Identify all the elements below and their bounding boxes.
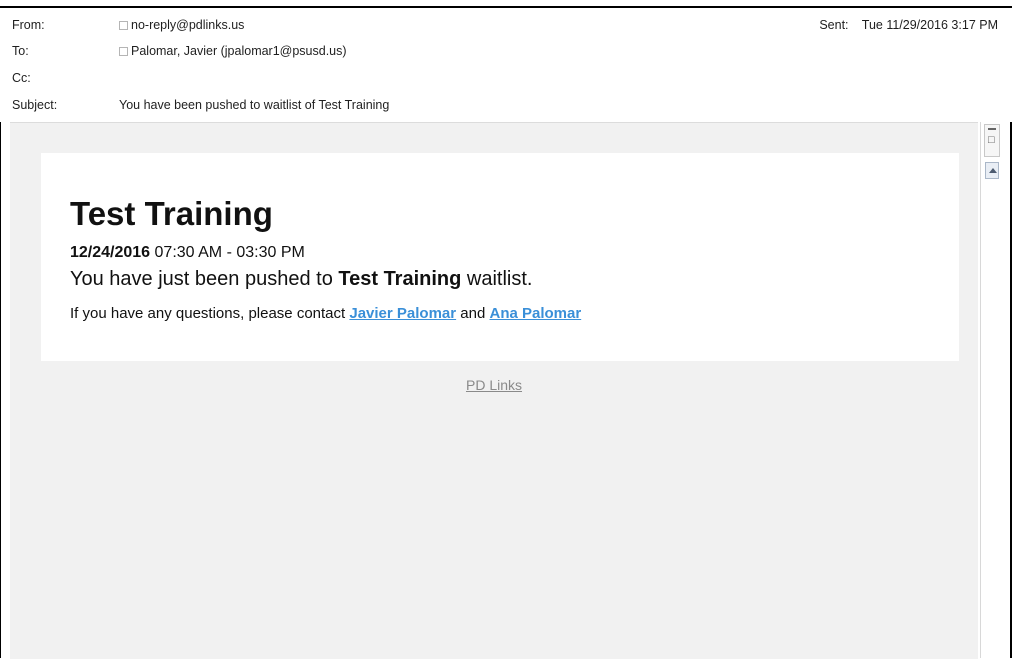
header-top-border <box>0 6 1012 8</box>
message-header: From: no-reply@pdlinks.us To: Palomar, J… <box>0 0 1012 122</box>
sender-checkbox-icon <box>119 20 128 30</box>
contact-joiner: and <box>460 305 486 322</box>
training-datetime: 12/24/2016 07:30 AM - 03:30 PM <box>70 244 305 262</box>
people-pane-toggle[interactable]: □ <box>984 124 1000 157</box>
from-field[interactable]: no-reply@pdlinks.us <box>119 18 244 32</box>
message-training-name: Test Training <box>338 268 462 290</box>
training-date: 12/24/2016 <box>70 244 151 261</box>
sent-info: Sent: Tue 11/29/2016 3:17 PM <box>819 18 998 32</box>
training-title: Test Training <box>70 195 273 232</box>
waitlist-message: You have just been pushed to Test Traini… <box>70 268 533 291</box>
note-icon: □ <box>988 134 995 146</box>
subject-label: Subject: <box>12 98 58 112</box>
cc-label: Cc: <box>12 71 31 85</box>
scroll-up-arrow-icon[interactable] <box>985 162 999 179</box>
message-suffix: waitlist. <box>466 268 533 290</box>
recipient-checkbox-icon <box>119 46 128 56</box>
sent-value: Tue 11/29/2016 3:17 PM <box>861 18 998 32</box>
message-body: Test Training 12/24/2016 07:30 AM - 03:3… <box>10 122 978 659</box>
from-label: From: <box>12 18 45 32</box>
to-label: To: <box>12 44 29 58</box>
training-time: 07:30 AM - 03:30 PM <box>154 244 305 261</box>
contact-line: If you have any questions, please contac… <box>70 305 581 322</box>
contact-link-ana[interactable]: Ana Palomar <box>489 305 581 322</box>
pd-links-link[interactable]: PD Links <box>10 377 978 393</box>
contact-link-javier[interactable]: Javier Palomar <box>349 305 456 322</box>
vertical-scrollbar[interactable]: □ <box>980 122 1005 658</box>
to-value[interactable]: Palomar, Javier (jpalomar1@psusd.us) <box>131 44 347 58</box>
email-card: Test Training 12/24/2016 07:30 AM - 03:3… <box>41 153 959 361</box>
message-prefix: You have just been pushed to <box>70 268 333 290</box>
minimize-icon <box>988 128 996 130</box>
to-field[interactable]: Palomar, Javier (jpalomar1@psusd.us) <box>119 44 347 58</box>
from-value[interactable]: no-reply@pdlinks.us <box>131 18 244 32</box>
sent-label: Sent: <box>819 18 849 32</box>
subject-value: You have been pushed to waitlist of Test… <box>119 98 390 112</box>
contact-prefix: If you have any questions, please contac… <box>70 305 346 322</box>
